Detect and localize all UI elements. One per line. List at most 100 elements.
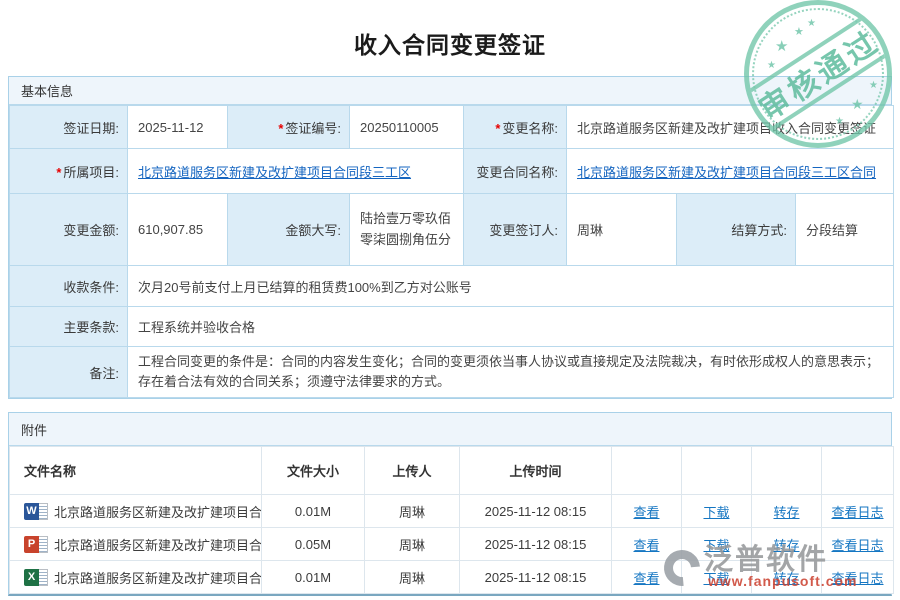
column-header-uploader: 上传人 [365, 447, 460, 495]
excel-file-icon: X [24, 569, 48, 586]
field-value-main-clause: 工程系统并验收合格 [128, 307, 894, 347]
action-cell: 转存 [752, 561, 822, 594]
field-label-remark: 备注: [10, 347, 128, 398]
view-log-link[interactable]: 查看日志 [831, 505, 883, 520]
table-row: *所属项目: 北京路道服务区新建及改扩建项目合同段三工区 变更合同名称: 北京路… [10, 149, 894, 194]
field-value-settle-method: 分段结算 [796, 194, 894, 266]
file-name-cell: P 北京路道服务区新建及改扩建项目合 [10, 528, 262, 561]
field-label-sign-date: 签证日期: [10, 106, 128, 149]
required-mark: * [56, 165, 61, 180]
field-value-amount-caps: 陆拾壹万零玖佰零柒圆捌角伍分 [350, 194, 464, 266]
file-name-cell: W 北京路道服务区新建及改扩建项目合 [10, 495, 262, 528]
file-upload-time: 2025-11-12 08:15 [460, 561, 612, 594]
table-row: 主要条款: 工程系统并验收合格 [10, 307, 894, 347]
action-cell: 下载 [682, 528, 752, 561]
table-row: P 北京路道服务区新建及改扩建项目合 0.05M 周琳 2025-11-12 0… [10, 528, 894, 561]
table-row: 签证日期: 2025-11-12 *签证编号: 20250110005 *变更名… [10, 106, 894, 149]
file-name-text: 北京路道服务区新建及改扩建项目合 [54, 535, 261, 554]
label-text: 变更合同名称: [476, 165, 558, 180]
label-text: 所属项目: [63, 165, 119, 180]
field-value-project: 北京路道服务区新建及改扩建项目合同段三工区 [128, 149, 464, 194]
view-log-link[interactable]: 查看日志 [831, 571, 883, 586]
view-link[interactable]: 查看 [633, 505, 659, 520]
attachments-header-row: 文件名称 文件大小 上传人 上传时间 [10, 447, 894, 495]
ppt-file-icon: P [24, 536, 48, 553]
table-row: 备注: 工程合同变更的条件是：合同的内容发生变化；合同的变更须依当事人协议或直接… [10, 347, 894, 398]
action-cell: 转存 [752, 528, 822, 561]
page: 收入合同变更签证 审核通过 ★ ★ ★ ★ ★ ★ ★ 基本信息 签证日期: 2… [0, 0, 900, 600]
column-header-blank [822, 447, 894, 495]
view-link[interactable]: 查看 [633, 538, 659, 553]
file-name-text: 北京路道服务区新建及改扩建项目合 [54, 502, 261, 521]
table-row: W 北京路道服务区新建及改扩建项目合 0.01M 周琳 2025-11-12 0… [10, 495, 894, 528]
label-text: 签证编号: [285, 121, 341, 136]
label-text: 主要条款: [63, 320, 119, 335]
table-row: 变更金额: 610,907.85 金额大写: 陆拾壹万零玖佰零柒圆捌角伍分 变更… [10, 194, 894, 266]
action-cell: 转存 [752, 495, 822, 528]
view-link[interactable]: 查看 [633, 571, 659, 586]
label-text: 变更金额: [63, 223, 119, 238]
action-cell: 下载 [682, 561, 752, 594]
field-label-signer: 变更签订人: [464, 194, 567, 266]
attachments-section-title: 附件 [9, 413, 891, 446]
field-label-change-contract: 变更合同名称: [464, 149, 567, 194]
column-header-blank [612, 447, 682, 495]
field-label-amount-caps: 金额大写: [228, 194, 350, 266]
file-uploader: 周琳 [365, 495, 460, 528]
basic-info-panel: 基本信息 签证日期: 2025-11-12 *签证编号: 20250110005… [8, 76, 892, 399]
file-name-text: 北京路道服务区新建及改扩建项目合 [54, 568, 261, 587]
download-link[interactable]: 下载 [703, 505, 729, 520]
column-header-file-size: 文件大小 [262, 447, 365, 495]
field-value-change-contract: 北京路道服务区新建及改扩建项目合同段三工区合同 [567, 149, 894, 194]
view-log-link[interactable]: 查看日志 [831, 538, 883, 553]
label-text: 变更签订人: [489, 223, 558, 238]
field-label-change-name: *变更名称: [464, 106, 567, 149]
field-label-main-clause: 主要条款: [10, 307, 128, 347]
field-label-settle-method: 结算方式: [677, 194, 796, 266]
field-value-amount: 610,907.85 [128, 194, 228, 266]
file-uploader: 周琳 [365, 528, 460, 561]
column-header-file-name: 文件名称 [10, 447, 262, 495]
required-mark: * [278, 121, 283, 136]
column-header-blank [682, 447, 752, 495]
basic-info-section-title: 基本信息 [9, 77, 891, 105]
action-cell: 查看 [612, 528, 682, 561]
field-label-sign-no: *签证编号: [228, 106, 350, 149]
required-mark: * [495, 121, 500, 136]
field-label-payment-terms: 收款条件: [10, 266, 128, 307]
field-value-payment-terms: 次月20号前支付上月已结算的租赁费100%到乙方对公账号 [128, 266, 894, 307]
transfer-link[interactable]: 转存 [773, 505, 799, 520]
change-contract-link[interactable]: 北京路道服务区新建及改扩建项目合同段三工区合同 [577, 165, 876, 180]
star-icon: ★ [767, 61, 776, 71]
table-row: 收款条件: 次月20号前支付上月已结算的租赁费100%到乙方对公账号 [10, 266, 894, 307]
label-text: 签证日期: [63, 121, 119, 136]
word-file-icon: W [24, 503, 48, 520]
action-cell: 查看日志 [822, 495, 894, 528]
action-cell: 查看日志 [822, 561, 894, 594]
basic-info-table: 签证日期: 2025-11-12 *签证编号: 20250110005 *变更名… [9, 105, 894, 398]
label-text: 结算方式: [731, 223, 787, 238]
file-upload-time: 2025-11-12 08:15 [460, 495, 612, 528]
column-header-upload-time: 上传时间 [460, 447, 612, 495]
download-link[interactable]: 下载 [703, 571, 729, 586]
file-uploader: 周琳 [365, 561, 460, 594]
file-size: 0.01M [262, 561, 365, 594]
page-title: 收入合同变更签证 [0, 26, 900, 60]
table-row: X 北京路道服务区新建及改扩建项目合 0.01M 周琳 2025-11-12 0… [10, 561, 894, 594]
transfer-link[interactable]: 转存 [773, 538, 799, 553]
file-size: 0.01M [262, 495, 365, 528]
label-text: 金额大写: [285, 223, 341, 238]
transfer-link[interactable]: 转存 [773, 571, 799, 586]
field-label-project: *所属项目: [10, 149, 128, 194]
field-value-signer: 周琳 [567, 194, 677, 266]
label-text: 收款条件: [63, 280, 119, 295]
field-label-amount: 变更金额: [10, 194, 128, 266]
label-text: 变更名称: [502, 121, 558, 136]
attachments-table: 文件名称 文件大小 上传人 上传时间 W 北京路道服务区新建及改扩建项目合 0.… [9, 446, 894, 594]
project-link[interactable]: 北京路道服务区新建及改扩建项目合同段三工区 [138, 165, 411, 180]
action-cell: 查看 [612, 561, 682, 594]
download-link[interactable]: 下载 [703, 538, 729, 553]
column-header-blank [752, 447, 822, 495]
file-name-cell: X 北京路道服务区新建及改扩建项目合 [10, 561, 262, 594]
field-value-remark: 工程合同变更的条件是：合同的内容发生变化；合同的变更须依当事人协议或直接规定及法… [128, 347, 894, 398]
